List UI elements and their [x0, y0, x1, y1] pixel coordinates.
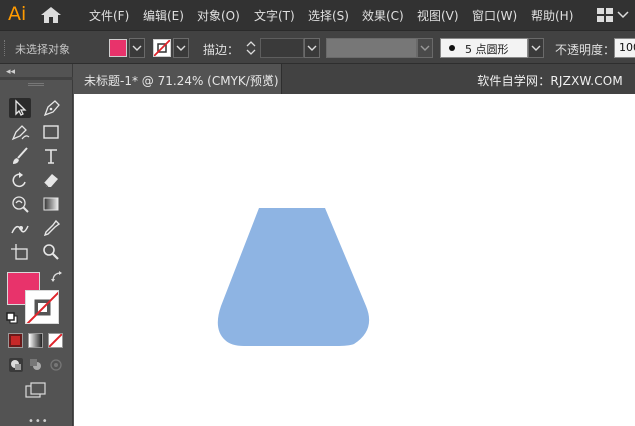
fill-dropdown[interactable]: [129, 38, 145, 58]
menu-effect[interactable]: 效果(C): [362, 7, 404, 24]
menu-bar: Ai 文件(F) 编辑(E) 对象(O) 文字(T) 选择(S) 效果(C) 视…: [0, 0, 635, 30]
opacity-value: 100: [619, 41, 635, 54]
draw-normal-icon[interactable]: [9, 358, 23, 372]
menu-view[interactable]: 视图(V): [417, 7, 459, 24]
puppet-warp-tool-icon[interactable]: [9, 218, 31, 238]
type-tool-icon[interactable]: [40, 146, 62, 166]
paintbrush-tool-icon[interactable]: [9, 146, 31, 166]
selection-tool-icon[interactable]: [9, 98, 31, 118]
home-icon[interactable]: [40, 6, 62, 24]
brush-label: 5 点圆形: [465, 43, 509, 56]
menu-select[interactable]: 选择(S): [308, 7, 349, 24]
chevron-down-icon[interactable]: [617, 9, 629, 19]
none-mode-button[interactable]: [48, 333, 63, 348]
menu-type[interactable]: 文字(T): [254, 7, 295, 24]
stroke-width-dropdown[interactable]: [304, 38, 320, 58]
brush-dot-icon: [449, 45, 455, 51]
swap-fill-stroke-icon[interactable]: [50, 270, 64, 284]
stroke-width-stepper[interactable]: [243, 38, 259, 58]
close-icon[interactable]: ×: [264, 71, 274, 85]
gradient-mode-button[interactable]: [28, 333, 43, 348]
trapezoid-shape[interactable]: [74, 94, 635, 426]
stroke-width-input[interactable]: [260, 38, 304, 58]
color-mode-button[interactable]: [8, 333, 23, 348]
watermark-text: 软件自学网：RJZXW.COM: [477, 74, 623, 88]
document-tab-bar: 未标题-1* @ 71.24% (CMYK/预览) × 软件自学网：RJZXW.…: [74, 64, 635, 94]
app-logo: Ai: [8, 3, 27, 25]
edit-toolbar-button[interactable]: •••: [28, 416, 49, 426]
stroke-label: 描边：: [203, 43, 240, 57]
brush-dropdown[interactable]: [528, 38, 544, 58]
tools-panel: ◂◂ •••: [0, 64, 73, 426]
selection-status: 未选择对象: [15, 43, 70, 56]
document-tab[interactable]: 未标题-1* @ 71.24% (CMYK/预览) ×: [74, 64, 282, 94]
fill-color-swatch[interactable]: [109, 39, 127, 57]
menu-help[interactable]: 帮助(H): [531, 7, 573, 24]
eraser-tool-icon[interactable]: [40, 170, 62, 190]
rotate-tool-icon[interactable]: [9, 170, 31, 190]
control-bar: 未选择对象 描边： 5 点圆形 不透明度： 100: [0, 30, 635, 64]
panel-header-strip: [0, 77, 73, 80]
artboard-canvas[interactable]: [74, 94, 635, 426]
draw-behind-icon[interactable]: [29, 358, 43, 372]
panel-grip[interactable]: [4, 40, 6, 56]
default-colors-icon[interactable]: [6, 312, 18, 324]
variable-width-profile[interactable]: [326, 38, 417, 58]
pen-tool-icon[interactable]: [40, 98, 62, 118]
stroke-color-box[interactable]: [25, 290, 59, 324]
menu-file[interactable]: 文件(F): [89, 7, 129, 24]
document-tab-title: 未标题-1* @ 71.24% (CMYK/预览): [84, 74, 279, 88]
menu-edit[interactable]: 编辑(E): [143, 7, 184, 24]
curvature-tool-icon[interactable]: [9, 122, 31, 142]
workspace-switcher-icon[interactable]: [597, 8, 613, 22]
stroke-dropdown[interactable]: [173, 38, 189, 58]
panel-grip-handle[interactable]: [28, 83, 44, 86]
opacity-input[interactable]: 100: [614, 38, 635, 58]
screen-mode-icon[interactable]: [25, 382, 47, 398]
collapse-panel-icon[interactable]: ◂◂: [6, 67, 15, 77]
menu-object[interactable]: 对象(O): [197, 7, 240, 24]
gradient-tool-icon[interactable]: [40, 194, 62, 214]
brush-definition-select[interactable]: 5 点圆形: [440, 38, 528, 58]
artboard-tool-icon[interactable]: [9, 242, 31, 262]
rectangle-tool-icon[interactable]: [40, 122, 62, 142]
opacity-label: 不透明度：: [555, 43, 616, 57]
variable-width-dropdown[interactable]: [417, 38, 433, 58]
stroke-color-swatch[interactable]: [153, 39, 171, 57]
eyedropper-tool-icon[interactable]: [40, 218, 62, 238]
menu-window[interactable]: 窗口(W): [472, 7, 517, 24]
warp-tool-icon[interactable]: [9, 194, 31, 214]
draw-inside-icon[interactable]: [49, 358, 63, 372]
zoom-tool-icon[interactable]: [40, 242, 62, 262]
